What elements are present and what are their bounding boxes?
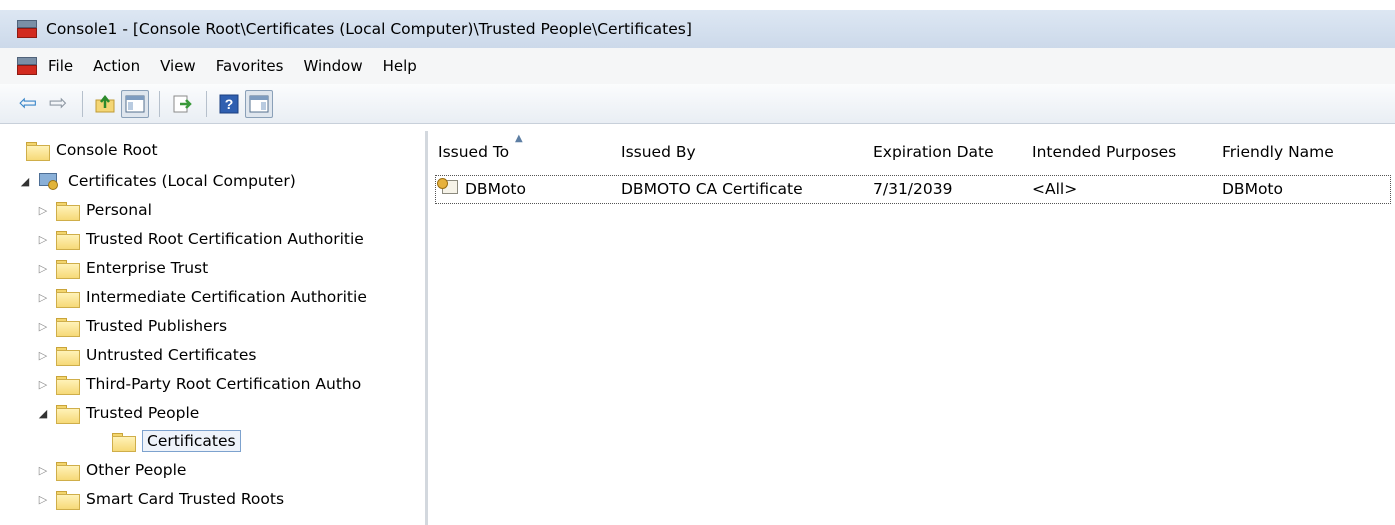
menu-help[interactable]: Help xyxy=(383,57,417,75)
certificate-snapin-icon xyxy=(38,171,60,191)
column-header-intended-purposes[interactable]: Intended Purposes xyxy=(1032,143,1176,161)
expand-arrow-icon[interactable]: ▷ xyxy=(36,378,50,391)
help-icon: ? xyxy=(219,94,239,113)
folder-icon xyxy=(56,490,80,510)
column-header-friendly-name[interactable]: Friendly Name xyxy=(1222,143,1334,161)
tree-item-intermediate-ca[interactable]: ▷ Intermediate Certification Authoritie xyxy=(36,284,367,310)
folder-icon xyxy=(56,375,80,395)
tree-item-console-root[interactable]: Console Root xyxy=(14,137,158,163)
tree-item-label: Console Root xyxy=(56,141,158,159)
collapse-arrow-icon[interactable]: ◢ xyxy=(18,175,32,188)
folder-icon xyxy=(56,404,80,424)
action-pane-icon xyxy=(249,95,269,112)
column-header-issued-to[interactable]: Issued To xyxy=(438,143,509,161)
folder-icon xyxy=(56,201,80,221)
console-tree[interactable]: Console Root ◢ Certificates (Local Compu… xyxy=(10,131,428,525)
tree-item-label: Other People xyxy=(86,461,187,479)
tree-item-label: Certificates xyxy=(142,430,241,452)
tree-item-label: Certificates (Local Computer) xyxy=(68,172,296,190)
tree-item-other-people[interactable]: ▷ Other People xyxy=(36,457,186,483)
tree-item-enterprise-trust[interactable]: ▷ Enterprise Trust xyxy=(36,255,208,281)
folder-icon xyxy=(56,259,80,279)
back-button[interactable]: ⇦ xyxy=(14,90,42,118)
toolbar-separator xyxy=(159,90,160,117)
show-hide-action-pane-button[interactable] xyxy=(245,89,273,118)
tree-item-label: Intermediate Certification Authoritie xyxy=(86,288,367,306)
certificate-icon xyxy=(437,178,459,200)
tree-item-trusted-root-ca[interactable]: ▷ Trusted Root Certification Authoritie xyxy=(36,226,364,252)
folder-icon xyxy=(112,432,136,452)
column-header-issued-by[interactable]: Issued By xyxy=(621,143,696,161)
folder-icon xyxy=(56,461,80,481)
tree-item-label: Enterprise Trust xyxy=(86,259,209,277)
tree-item-trusted-publishers[interactable]: ▷ Trusted Publishers xyxy=(36,313,227,339)
tree-item-label: Untrusted Certificates xyxy=(86,346,257,364)
window-title: Console1 - [Console Root\Certificates (L… xyxy=(46,20,692,38)
expand-arrow-icon[interactable]: ▷ xyxy=(36,464,50,477)
menu-file[interactable]: File xyxy=(48,57,73,75)
up-folder-icon xyxy=(95,94,115,112)
title-bar: Console1 - [Console Root\Certificates (L… xyxy=(0,10,1395,48)
cell-intended-purposes: <All> xyxy=(1032,180,1078,198)
tree-item-label: Trusted Root Certification Authoritie xyxy=(86,230,364,248)
menu-favorites[interactable]: Favorites xyxy=(216,57,284,75)
show-hide-tree-icon xyxy=(125,95,145,112)
toolbar: ⇦ ⇨ ? xyxy=(0,84,1395,124)
menu-view[interactable]: View xyxy=(160,57,196,75)
certificate-list[interactable]: ▲ Issued To Issued By Expiration Date In… xyxy=(431,131,1395,525)
toolbar-separator xyxy=(206,90,207,117)
cell-friendly-name: DBMoto xyxy=(1222,180,1283,198)
tree-item-label: Trusted People xyxy=(86,404,200,422)
mmc-app-icon[interactable] xyxy=(16,19,38,39)
tree-item-label: Personal xyxy=(86,201,152,219)
export-list-button[interactable] xyxy=(168,90,196,118)
expand-arrow-icon[interactable]: ▷ xyxy=(36,291,50,304)
cell-issued-by: DBMOTO CA Certificate xyxy=(621,180,803,198)
folder-icon xyxy=(56,346,80,366)
expand-arrow-icon[interactable]: ▷ xyxy=(36,493,50,506)
show-hide-console-tree-button[interactable] xyxy=(121,89,149,118)
expand-arrow-icon[interactable]: ▷ xyxy=(36,262,50,275)
folder-icon xyxy=(56,317,80,337)
tree-item-trusted-people-certificates[interactable]: Certificates xyxy=(92,428,241,454)
menu-bar: File Action View Favorites Window Help xyxy=(0,48,1395,84)
back-icon: ⇦ xyxy=(18,90,38,116)
tree-item-label: Smart Card Trusted Roots xyxy=(86,490,285,508)
folder-icon xyxy=(26,141,50,161)
console-system-menu-icon[interactable] xyxy=(16,56,38,76)
help-button[interactable]: ? xyxy=(215,90,243,118)
tree-item-smart-card-trusted-roots[interactable]: ▷ Smart Card Trusted Roots xyxy=(36,486,284,512)
sort-ascending-icon: ▲ xyxy=(515,133,523,144)
cell-expiration-date: 7/31/2039 xyxy=(873,180,953,198)
tree-item-personal[interactable]: ▷ Personal xyxy=(36,197,152,223)
forward-button[interactable]: ⇨ xyxy=(44,90,72,118)
cell-issued-to: DBMoto xyxy=(465,180,526,198)
tree-item-third-party-root-ca[interactable]: ▷ Third-Party Root Certification Autho xyxy=(36,371,361,397)
column-header-expiration-date[interactable]: Expiration Date xyxy=(873,143,994,161)
menu-window[interactable]: Window xyxy=(303,57,362,75)
collapse-arrow-icon[interactable]: ◢ xyxy=(36,407,50,420)
tree-item-certificates-local-computer[interactable]: ◢ Certificates (Local Computer) xyxy=(18,168,296,194)
folder-icon xyxy=(56,230,80,250)
expand-arrow-icon[interactable]: ▷ xyxy=(36,349,50,362)
toolbar-separator xyxy=(82,90,83,117)
tree-item-trusted-people[interactable]: ◢ Trusted People xyxy=(36,400,199,426)
expand-arrow-icon[interactable]: ▷ xyxy=(36,204,50,217)
tree-item-untrusted-certificates[interactable]: ▷ Untrusted Certificates xyxy=(36,342,257,368)
tree-item-label: Third-Party Root Certification Autho xyxy=(86,375,362,393)
menu-action[interactable]: Action xyxy=(93,57,140,75)
forward-icon: ⇨ xyxy=(48,90,68,116)
tree-item-label: Trusted Publishers xyxy=(86,317,228,335)
export-list-icon xyxy=(173,95,192,112)
svg-text:?: ? xyxy=(225,96,234,112)
folder-icon xyxy=(56,288,80,308)
expand-arrow-icon[interactable]: ▷ xyxy=(36,320,50,333)
expand-arrow-icon[interactable]: ▷ xyxy=(36,233,50,246)
up-one-level-button[interactable] xyxy=(91,90,119,118)
